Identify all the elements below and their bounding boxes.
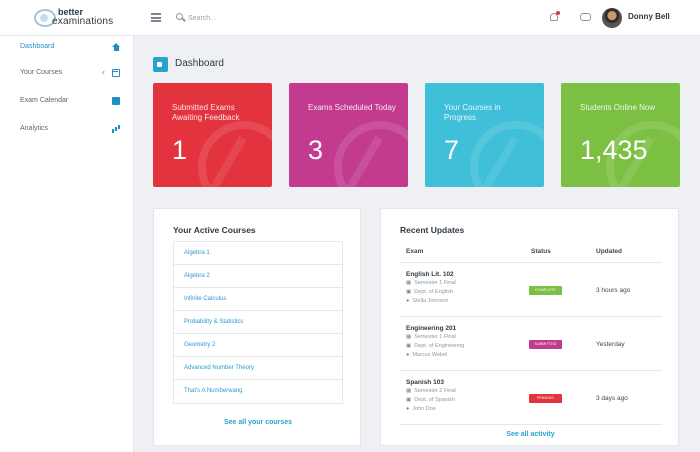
top-bar: better examinations Donny Bell (0, 0, 700, 36)
updated-time: 3 hours ago (596, 287, 631, 294)
stat-card-title: Exams Scheduled Today (308, 103, 396, 112)
building-icon: ▣ (406, 289, 412, 295)
building-icon: ▣ (406, 343, 412, 349)
panel-title: Recent Updates (400, 225, 465, 235)
course-link[interactable]: Advanced Number Theory (174, 357, 342, 380)
stat-card-submitted-exams[interactable]: Submitted Exams Awaiting Feedback 1 (153, 83, 272, 187)
calendar-icon (112, 97, 120, 105)
menu-icon[interactable] (151, 13, 161, 22)
course-link[interactable]: Infinite Calculus (174, 288, 342, 311)
table-row[interactable]: English Lit. 102 ▦ Semester 1 Final ▣ Dept… (400, 264, 662, 317)
exam-person: ● John Doe (406, 406, 436, 412)
search-input[interactable] (188, 11, 308, 25)
sidebar-item-label: Analytics (20, 125, 49, 132)
stat-card-title: Submitted Exams Awaiting Feedback (172, 103, 240, 122)
column-header-updated: Updated (596, 248, 622, 255)
calendar-icon: ▦ (406, 388, 412, 394)
status-badge: PENDING (529, 394, 562, 403)
updated-time: 3 days ago (596, 395, 628, 402)
sidebar-item-exam-calendar[interactable]: Exam Calendar (0, 90, 133, 114)
stat-card-exams-scheduled[interactable]: Exams Scheduled Today 3 (289, 83, 408, 187)
person-text: Marcus Webel (412, 352, 448, 358)
panel-title: Your Active Courses (173, 225, 256, 235)
department-text: Dept. of Engineering (414, 343, 465, 349)
person-text: Stella Johnson (412, 298, 449, 304)
logo[interactable]: better examinations (34, 7, 120, 29)
sidebar-item-label: Exam Calendar (20, 97, 69, 104)
exam-person: ● Marcus Webel (406, 352, 447, 358)
updated-time: Yesterday (596, 341, 625, 348)
column-header-status: Status (531, 248, 551, 255)
user-icon: ● (406, 352, 410, 358)
dashboard-icon (153, 57, 168, 72)
recent-updates-panel: Recent Updates Exam Status Updated Engli… (380, 208, 679, 446)
course-link[interactable]: Probability & Statistics (174, 311, 342, 334)
stat-card-title: Your Courses in Progress (444, 103, 501, 122)
exam-name: Spanish 103 (406, 379, 444, 386)
stat-card-students-online[interactable]: Students Online Now 1,435 (561, 83, 680, 187)
sidebar: Dashboard Your Courses ‹ Exam Calendar A… (0, 36, 134, 452)
see-all-activity-link[interactable]: See all activity (381, 431, 680, 438)
logo-text-line2: examinations (52, 16, 114, 27)
bar-chart-icon (112, 125, 120, 133)
exam-semester: ▦ Semester 2 Final (406, 388, 456, 394)
status-badge: SUBMITTED (529, 340, 562, 349)
exam-semester: ▦ Semester 1 Final (406, 280, 456, 286)
course-link[interactable]: Algebra 2 (174, 265, 342, 288)
user-name[interactable]: Donny Bell (628, 12, 670, 21)
stat-card-courses-in-progress[interactable]: Your Courses in Progress 7 (425, 83, 544, 187)
building-icon: ▣ (406, 397, 412, 403)
exam-department: ▣ Dept. of Spanish (406, 397, 455, 403)
table-row[interactable]: Engineering 201 ▦ Semester 1 Final ▣ Dept.… (400, 318, 662, 371)
chevron-left-icon: ‹ (102, 67, 105, 77)
active-courses-panel: Your Active Courses Algebra 1 Algebra 2 … (153, 208, 361, 446)
course-list: Algebra 1 Algebra 2 Infinite Calculus Pr… (173, 241, 343, 404)
semester-text: Semester 2 Final (414, 388, 456, 394)
sidebar-item-your-courses[interactable]: Your Courses ‹ (0, 62, 133, 86)
exam-department: ▣ Dept. of Engineering (406, 343, 464, 349)
exam-department: ▣ Dept. of English (406, 289, 453, 295)
calendar-icon: ▦ (406, 280, 412, 286)
exam-person: ● Stella Johnson (406, 298, 448, 304)
home-icon (112, 43, 120, 51)
status-badge: COMPLETE (529, 286, 562, 295)
stat-card-value: 3 (308, 135, 324, 165)
column-header-exam: Exam (406, 248, 424, 255)
course-link[interactable]: That's A Numberwang (174, 380, 342, 403)
course-link[interactable]: Algebra 1 (174, 242, 342, 265)
exam-name: English Lit. 102 (406, 271, 454, 278)
user-icon: ● (406, 406, 410, 412)
notification-dot (556, 11, 560, 15)
person-text: John Doe (412, 406, 436, 412)
course-link[interactable]: Geometry 2 (174, 334, 342, 357)
stat-card-title: Students Online Now (580, 103, 656, 112)
sidebar-item-dashboard[interactable]: Dashboard (0, 36, 133, 60)
sidebar-item-label: Dashboard (20, 43, 55, 50)
table-row[interactable]: Spanish 103 ▦ Semester 2 Final ▣ Dept. of … (400, 372, 662, 425)
calendar-icon (112, 69, 120, 77)
department-text: Dept. of English (414, 289, 454, 295)
stat-card-value: 1,435 (580, 135, 648, 165)
avatar[interactable] (602, 8, 622, 28)
semester-text: Semester 1 Final (414, 334, 456, 340)
user-icon: ● (406, 298, 410, 304)
stat-card-value: 1 (172, 135, 188, 165)
calendar-icon: ▦ (406, 334, 412, 340)
page-title: Dashboard (175, 58, 224, 69)
table-header: Exam Status Updated (400, 243, 662, 263)
sidebar-item-label: Your Courses (20, 69, 63, 76)
department-text: Dept. of Spanish (414, 397, 455, 403)
search-icon (176, 13, 183, 20)
semester-text: Semester 1 Final (414, 280, 456, 286)
see-all-courses-link[interactable]: See all your courses (154, 419, 362, 426)
stat-card-value: 7 (444, 135, 460, 165)
exam-name: Engineering 201 (406, 325, 457, 332)
sidebar-item-analytics[interactable]: Analytics (0, 118, 133, 142)
notification-bell-icon[interactable] (549, 11, 560, 23)
exam-semester: ▦ Semester 1 Final (406, 334, 456, 340)
messages-icon[interactable] (580, 13, 591, 21)
